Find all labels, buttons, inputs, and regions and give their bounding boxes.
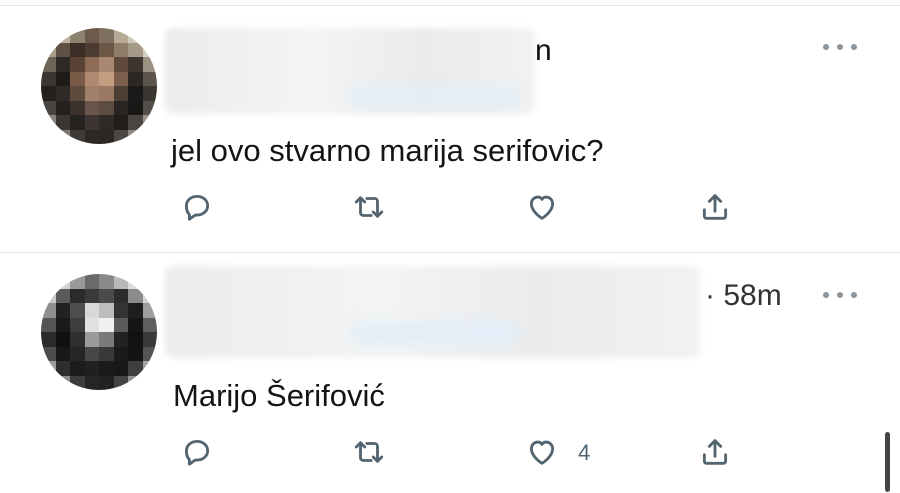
- more-dots-icon[interactable]: [823, 290, 857, 300]
- share-upload-icon: [702, 439, 728, 465]
- like-count: 4: [578, 440, 591, 465]
- like-button[interactable]: [518, 428, 566, 476]
- reply-button[interactable]: [173, 183, 221, 231]
- tweet-timestamp[interactable]: · 58m: [705, 279, 782, 313]
- reply-bubble-icon: [184, 194, 210, 221]
- reply-bubble-icon: [184, 439, 210, 466]
- tweet-text: Marijo Šerifović: [173, 378, 385, 413]
- heart-icon: [529, 195, 555, 220]
- retweet-icon: [354, 441, 384, 463]
- tweet-text: jel ovo stvarno marija serifovic?: [171, 133, 604, 168]
- retweet-button[interactable]: [345, 183, 393, 231]
- share-upload-icon: [702, 194, 728, 220]
- tweet-1[interactable]: n jel ovo stvarno marija serifovic?: [0, 0, 900, 252]
- blurred-handle: [350, 322, 520, 344]
- avatar-pixelated[interactable]: [41, 274, 157, 390]
- heart-icon: [529, 440, 555, 465]
- scrollbar[interactable]: [885, 432, 890, 492]
- like-button[interactable]: [518, 183, 566, 231]
- blurred-handle: [350, 86, 520, 108]
- blurred-author-name[interactable]: [165, 266, 700, 358]
- tweet-2[interactable]: · 58m Marijo Šerifović 4: [0, 252, 900, 493]
- avatar-pixelated[interactable]: [41, 28, 157, 144]
- share-button[interactable]: [691, 183, 739, 231]
- author-name-visible-fragment: n: [535, 34, 552, 67]
- retweet-icon: [354, 196, 384, 218]
- reply-button[interactable]: [173, 428, 221, 476]
- retweet-button[interactable]: [345, 428, 393, 476]
- more-dots-icon[interactable]: [823, 42, 857, 52]
- share-button[interactable]: [691, 428, 739, 476]
